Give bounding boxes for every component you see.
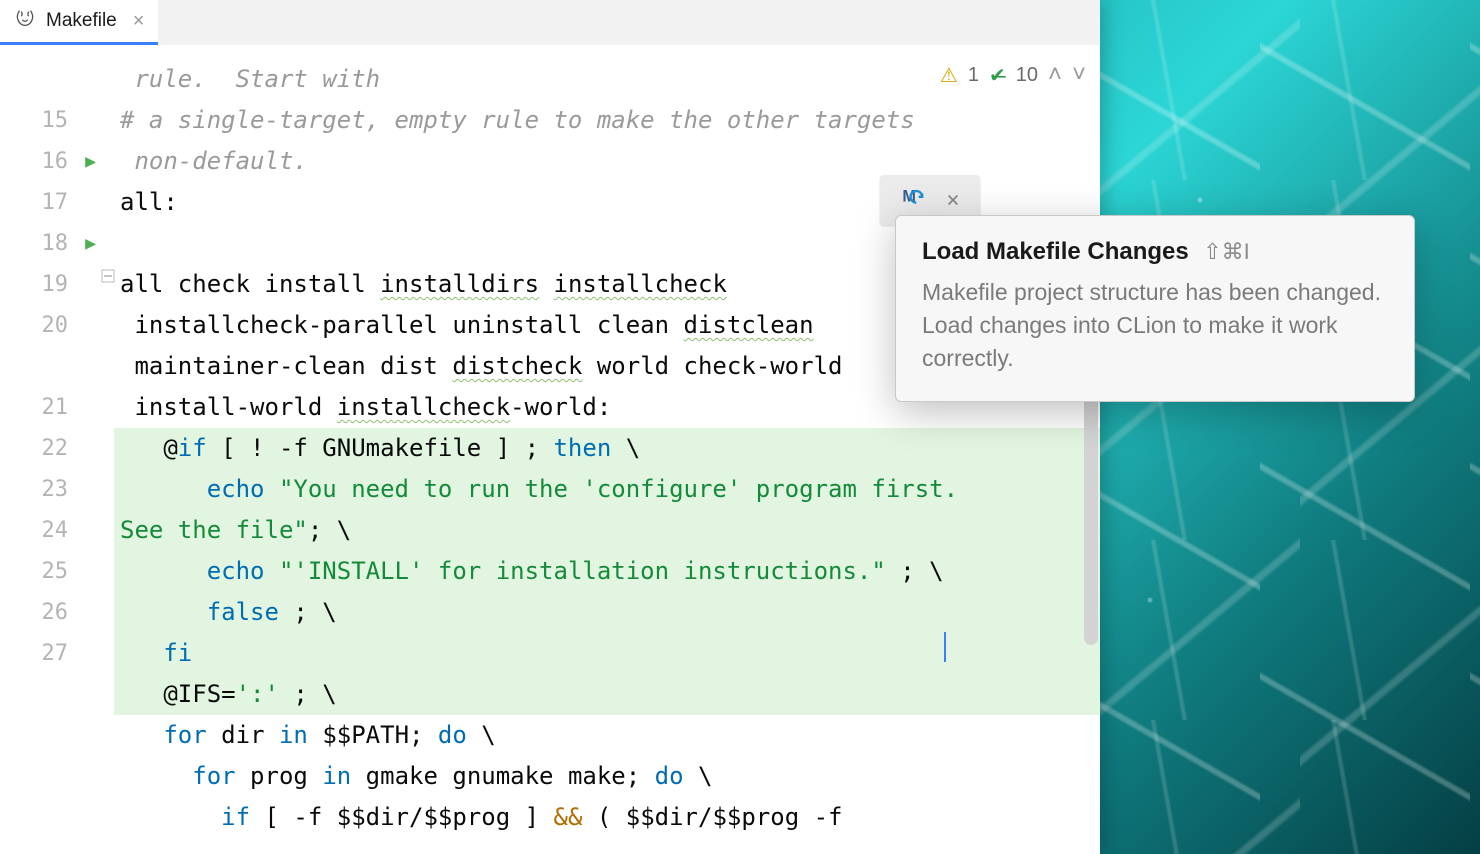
- tooltip-shortcut: ⇧⌘I: [1203, 239, 1250, 264]
- tab-bar: Makefile ×: [0, 0, 1100, 45]
- line-number: 27: [42, 641, 69, 666]
- line-number: 16: [42, 149, 69, 174]
- close-icon[interactable]: ×: [946, 188, 959, 213]
- tooltip-body: Makefile project structure has been chan…: [922, 276, 1388, 375]
- gutter: 15 16 ▶ 17 18 ▶ 19 20 21 22 23 24 25 26 27: [0, 45, 100, 854]
- text-caret: [944, 632, 946, 662]
- line-number: 23: [42, 477, 69, 502]
- warning-icon: ⚠: [940, 63, 958, 88]
- line-number: 21: [42, 395, 69, 420]
- line-number: 15: [42, 108, 69, 133]
- line-number: 19: [42, 272, 69, 297]
- inspection-widget[interactable]: ⚠ 1 ✔̶ 10 ˄ ˅: [940, 61, 1086, 89]
- line-number: 24: [42, 518, 69, 543]
- editor-window: Makefile × 15 16 ▶ 17 18 ▶ 19 20 21 22 23 …: [0, 0, 1100, 854]
- gnu-icon: [14, 7, 36, 35]
- makefile-reload-icon: M: [900, 184, 928, 216]
- fold-icon[interactable]: [101, 268, 115, 287]
- pass-count: 10: [1016, 64, 1038, 87]
- code-text[interactable]: rule. Start with # a single-target, empt…: [100, 45, 1100, 854]
- tab-label: Makefile: [46, 10, 117, 32]
- run-gutter-icon[interactable]: ▶: [85, 233, 96, 254]
- line-number: 22: [42, 436, 69, 461]
- line-number: 18: [42, 231, 69, 256]
- check-icon: ✔̶: [989, 63, 1006, 88]
- line-number: 26: [42, 600, 69, 625]
- code-area[interactable]: 15 16 ▶ 17 18 ▶ 19 20 21 22 23 24 25 26 27…: [0, 45, 1100, 854]
- tooltip-title: Load Makefile Changes: [922, 238, 1189, 265]
- tab-close-icon[interactable]: ×: [133, 10, 145, 33]
- scrollbar-thumb[interactable]: [1084, 395, 1098, 645]
- line-number: 25: [42, 559, 69, 584]
- prev-highlight-icon[interactable]: ˄: [1048, 61, 1062, 89]
- tab-makefile[interactable]: Makefile ×: [0, 0, 158, 45]
- next-highlight-icon[interactable]: ˅: [1072, 61, 1086, 89]
- line-number: 17: [42, 190, 69, 215]
- run-gutter-icon[interactable]: ▶: [85, 151, 96, 172]
- tooltip-load-makefile: Load Makefile Changes ⇧⌘I Makefile proje…: [895, 215, 1415, 402]
- line-number: 20: [42, 313, 69, 338]
- warning-count: 1: [968, 64, 979, 87]
